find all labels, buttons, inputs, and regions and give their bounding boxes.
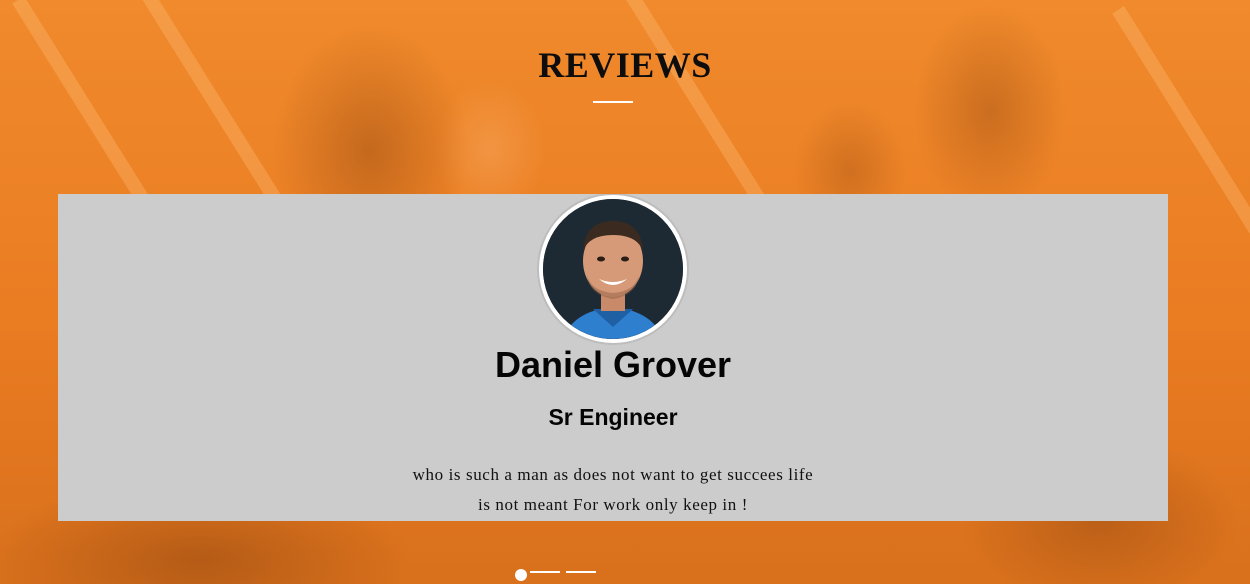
review-text: who is such a man as does not want to ge…	[393, 460, 833, 520]
review-text-line: is not meant For work only keep in !	[478, 495, 748, 514]
reviewer-name: Daniel Grover	[494, 344, 732, 385]
carousel-dot-3[interactable]	[566, 571, 596, 573]
review-text-line: who is such a man as does not want to ge…	[412, 465, 814, 484]
carousel-dot-2[interactable]	[530, 571, 560, 573]
review-card: Daniel Grover Sr Engineer who is such a …	[58, 194, 1168, 521]
title-underline	[593, 101, 633, 103]
section-title: REVIEWS	[538, 45, 712, 85]
reviewer-avatar	[539, 195, 687, 343]
avatar-portrait-icon	[543, 199, 683, 339]
carousel-dot-1[interactable]	[515, 569, 527, 581]
reviewer-role: Sr Engineer	[548, 404, 678, 430]
